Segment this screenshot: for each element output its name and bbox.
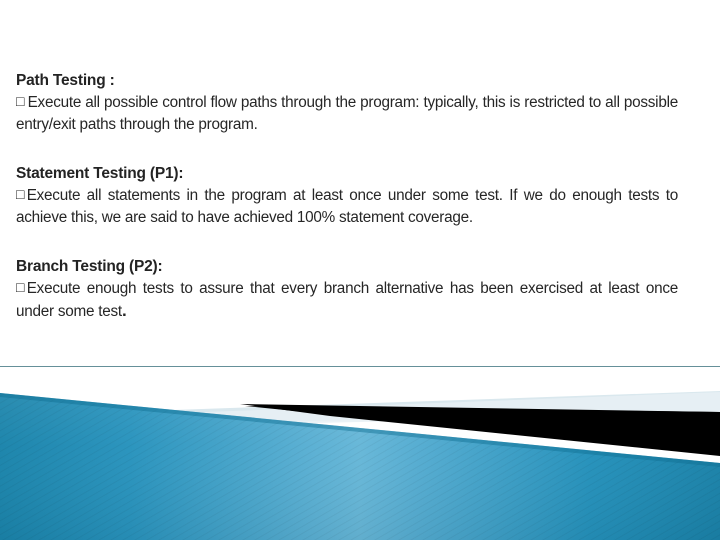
paragraph-branch-testing-final-period: . (121, 300, 127, 320)
bullet-square-icon: □ (16, 186, 27, 202)
block-spacer-2 (16, 240, 678, 256)
paragraph-path-testing-text: Execute all possible control flow paths … (16, 94, 678, 133)
heading-branch-testing: Branch Testing (P2): (16, 258, 163, 275)
blue-wave-shape (0, 393, 720, 540)
paragraph-path-testing: □Execute all possible control flow paths… (16, 92, 678, 135)
heading-statement-testing: Statement Testing (P1): (16, 165, 184, 182)
bullet-square-icon: □ (16, 93, 28, 109)
slide-content: Path Testing : □Execute all possible con… (16, 70, 678, 332)
content-block-statement-testing: Statement Testing (P1): □Execute all sta… (16, 163, 678, 228)
heading-path-testing: Path Testing : (16, 72, 115, 89)
content-block-branch-testing: Branch Testing (P2): □Execute enough tes… (16, 256, 678, 322)
paragraph-statement-testing: □Execute all statements in the program a… (16, 185, 678, 228)
paragraph-branch-testing-text: Execute enough tests to assure that ever… (16, 280, 678, 320)
decorative-footer-graphic (0, 368, 720, 540)
presentation-slide: Path Testing : □Execute all possible con… (0, 0, 720, 540)
paragraph-branch-testing: □Execute enough tests to assure that eve… (16, 278, 678, 322)
paragraph-statement-testing-text: Execute all statements in the program at… (16, 187, 679, 226)
block-spacer-1 (16, 147, 678, 163)
content-block-path-testing: Path Testing : □Execute all possible con… (16, 70, 678, 135)
bullet-square-icon: □ (16, 279, 27, 295)
footer-divider-rule (0, 366, 720, 367)
